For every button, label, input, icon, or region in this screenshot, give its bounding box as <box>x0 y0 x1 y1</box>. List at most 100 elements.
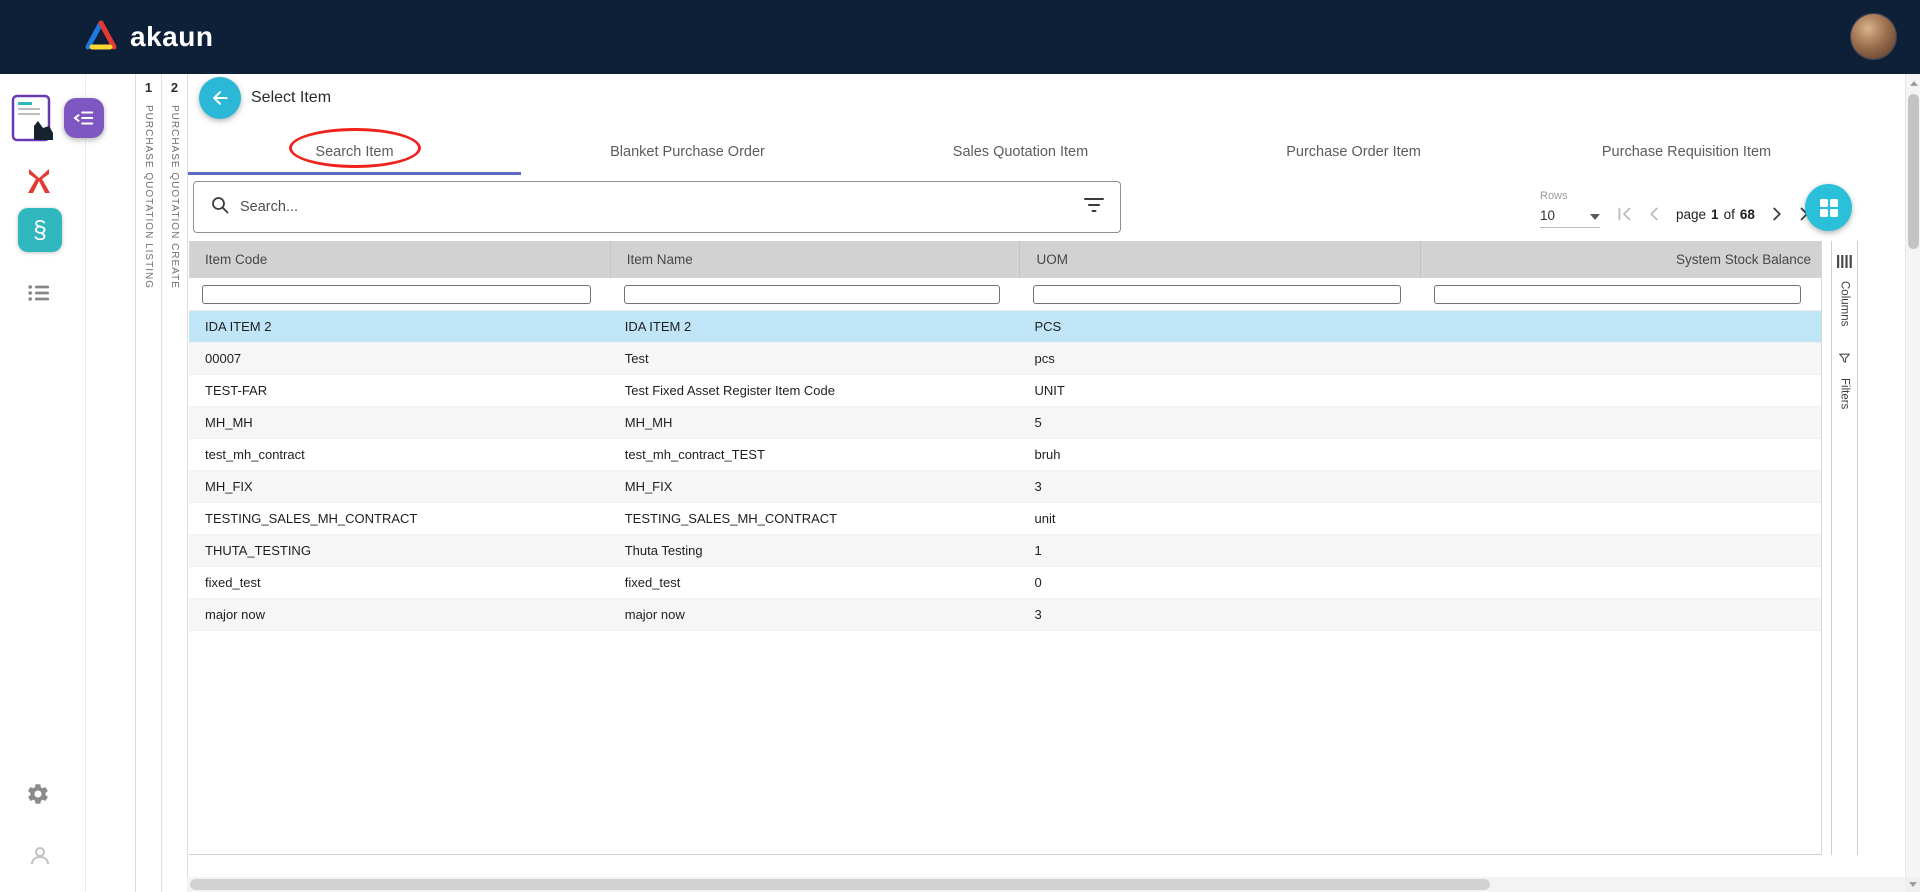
main-content: Select Item Search ItemBlanket Purchase … <box>187 74 1905 892</box>
tab-purchase-order-item[interactable]: Purchase Order Item <box>1187 131 1520 175</box>
rows-per-page-value: 10 <box>1540 208 1555 223</box>
tab-purchase-requisition-item[interactable]: Purchase Requisition Item <box>1520 131 1853 175</box>
top-navbar: akaun <box>0 0 1920 74</box>
vertical-scrollbar-thumb[interactable] <box>1908 94 1919 249</box>
first-page-icon <box>1613 203 1635 225</box>
cell-uom: unit <box>1020 511 1421 526</box>
columns-toggle[interactable]: Columns <box>1839 281 1851 326</box>
cell-uom: PCS <box>1020 319 1421 334</box>
section-app-icon[interactable]: § <box>18 208 62 252</box>
caret-down-icon <box>1590 208 1600 223</box>
table-body: IDA ITEM 2IDA ITEM 2PCS00007TestpcsTEST-… <box>189 311 1821 631</box>
page-indicator: page 1 of 68 <box>1676 207 1755 222</box>
chevron-left-icon <box>1643 203 1665 225</box>
column-header-uom[interactable]: UOM <box>1020 241 1421 278</box>
workspace-tab-label: PURCHASE QUOTATION CREATE <box>169 105 180 289</box>
cell-item-name: Thuta Testing <box>611 543 1021 558</box>
back-button[interactable] <box>199 77 241 119</box>
table-row[interactable]: TEST-FARTest Fixed Asset Register Item C… <box>189 375 1821 407</box>
table-filter-row <box>189 278 1821 311</box>
cell-uom: 0 <box>1020 575 1421 590</box>
filter-cell-item-name <box>611 278 1021 310</box>
tab-search-item[interactable]: Search Item <box>188 131 521 175</box>
cell-item-code: fixed_test <box>189 575 611 590</box>
red-app-icon[interactable] <box>24 166 54 201</box>
pagination-controls: page 1 of 68 <box>1612 200 1819 228</box>
cell-item-name: Test Fixed Asset Register Item Code <box>611 383 1021 398</box>
table-row[interactable]: test_mh_contracttest_mh_contract_TESTbru… <box>189 439 1821 471</box>
active-tab-indicator <box>188 172 521 175</box>
workspace-tab-label: PURCHASE QUOTATION LISTING <box>143 105 154 289</box>
akaun-triangle-icon <box>84 20 118 55</box>
account-person-icon[interactable] <box>28 844 52 873</box>
first-page-button[interactable] <box>1612 202 1636 226</box>
tab-blanket-purchase-order[interactable]: Blanket Purchase Order <box>521 131 854 175</box>
brand-name: akaun <box>130 21 213 53</box>
cell-uom: 1 <box>1020 543 1421 558</box>
tab-bar: Search ItemBlanket Purchase OrderSales Q… <box>188 131 1853 175</box>
workspace-tab-2[interactable]: 2 PURCHASE QUOTATION CREATE <box>161 74 187 892</box>
cell-uom: bruh <box>1020 447 1421 462</box>
search-input[interactable] <box>240 199 1084 215</box>
column-header-item-name[interactable]: Item Name <box>611 241 1021 278</box>
table-row[interactable]: MH_FIXMH_FIX3 <box>189 471 1821 503</box>
table-row[interactable]: IDA ITEM 2IDA ITEM 2PCS <box>189 311 1821 343</box>
menu-fold-icon <box>73 107 95 129</box>
filters-toggle[interactable]: Filters <box>1839 378 1851 409</box>
column-header-item-code[interactable]: Item Code <box>189 241 611 278</box>
table-row[interactable]: fixed_testfixed_test0 <box>189 567 1821 599</box>
filter-input-uom[interactable] <box>1033 285 1401 304</box>
table-row[interactable]: MH_MHMH_MH5 <box>189 407 1821 439</box>
horizontal-scrollbar[interactable] <box>187 877 1905 892</box>
filters-icon[interactable] <box>1838 352 1851 370</box>
filter-input-system-stock-balance[interactable] <box>1434 285 1801 304</box>
rows-per-page-select[interactable]: 10 <box>1540 208 1600 228</box>
cell-item-code: MH_MH <box>189 415 611 430</box>
list-icon[interactable] <box>28 284 50 307</box>
app-thumbnail-icon[interactable] <box>10 94 56 149</box>
cell-item-name: TESTING_SALES_MH_CONTRACT <box>611 511 1021 526</box>
table-row[interactable]: THUTA_TESTINGThuta Testing1 <box>189 535 1821 567</box>
workspace-tab-1[interactable]: 1 PURCHASE QUOTATION LISTING <box>135 74 161 892</box>
page-word: page <box>1676 207 1706 222</box>
vertical-scrollbar[interactable] <box>1905 74 1920 877</box>
tab-sales-quotation-item[interactable]: Sales Quotation Item <box>854 131 1187 175</box>
user-avatar[interactable] <box>1851 14 1896 59</box>
grid-view-button[interactable] <box>1805 184 1852 231</box>
cell-item-code: test_mh_contract <box>189 447 611 462</box>
cell-item-code: TESTING_SALES_MH_CONTRACT <box>189 511 611 526</box>
scroll-up-icon[interactable] <box>1906 76 1920 90</box>
table-row[interactable]: 00007Testpcs <box>189 343 1821 375</box>
current-page: 1 <box>1711 207 1719 222</box>
cell-uom: 5 <box>1020 415 1421 430</box>
cell-uom: UNIT <box>1020 383 1421 398</box>
next-page-button[interactable] <box>1765 202 1789 226</box>
table-row[interactable]: TESTING_SALES_MH_CONTRACTTESTING_SALES_M… <box>189 503 1821 535</box>
page: { "navbar": { "brand": "akaun" }, "works… <box>0 0 1920 892</box>
cell-item-name: test_mh_contract_TEST <box>611 447 1021 462</box>
table-row[interactable]: major nowmajor now3 <box>189 599 1821 631</box>
horizontal-scrollbar-thumb[interactable] <box>190 879 1490 890</box>
rows-per-page-label: Rows <box>1540 190 1568 202</box>
filter-input-item-code[interactable] <box>202 285 591 304</box>
cell-item-code: IDA ITEM 2 <box>189 319 611 334</box>
cell-item-name: fixed_test <box>611 575 1021 590</box>
filter-input-item-name[interactable] <box>624 285 1001 304</box>
menu-expand-button[interactable] <box>64 98 104 138</box>
of-word: of <box>1724 207 1735 222</box>
column-header-system-stock-balance[interactable]: System Stock Balance <box>1421 241 1821 278</box>
brand-logo[interactable]: akaun <box>84 20 213 55</box>
workspace-tab-number: 2 <box>171 80 178 95</box>
page-title: Select Item <box>251 89 331 107</box>
previous-page-button[interactable] <box>1642 202 1666 226</box>
columns-icon[interactable] <box>1837 255 1852 273</box>
scroll-down-icon[interactable] <box>1905 877 1920 892</box>
cell-item-name: MH_MH <box>611 415 1021 430</box>
left-sidebar: § <box>0 74 86 892</box>
cell-item-name: Test <box>611 351 1021 366</box>
cell-item-name: IDA ITEM 2 <box>611 319 1021 334</box>
chevron-right-icon <box>1766 203 1788 225</box>
settings-gear-icon[interactable] <box>26 782 50 811</box>
filter-icon[interactable] <box>1084 197 1104 218</box>
cell-item-code: MH_FIX <box>189 479 611 494</box>
